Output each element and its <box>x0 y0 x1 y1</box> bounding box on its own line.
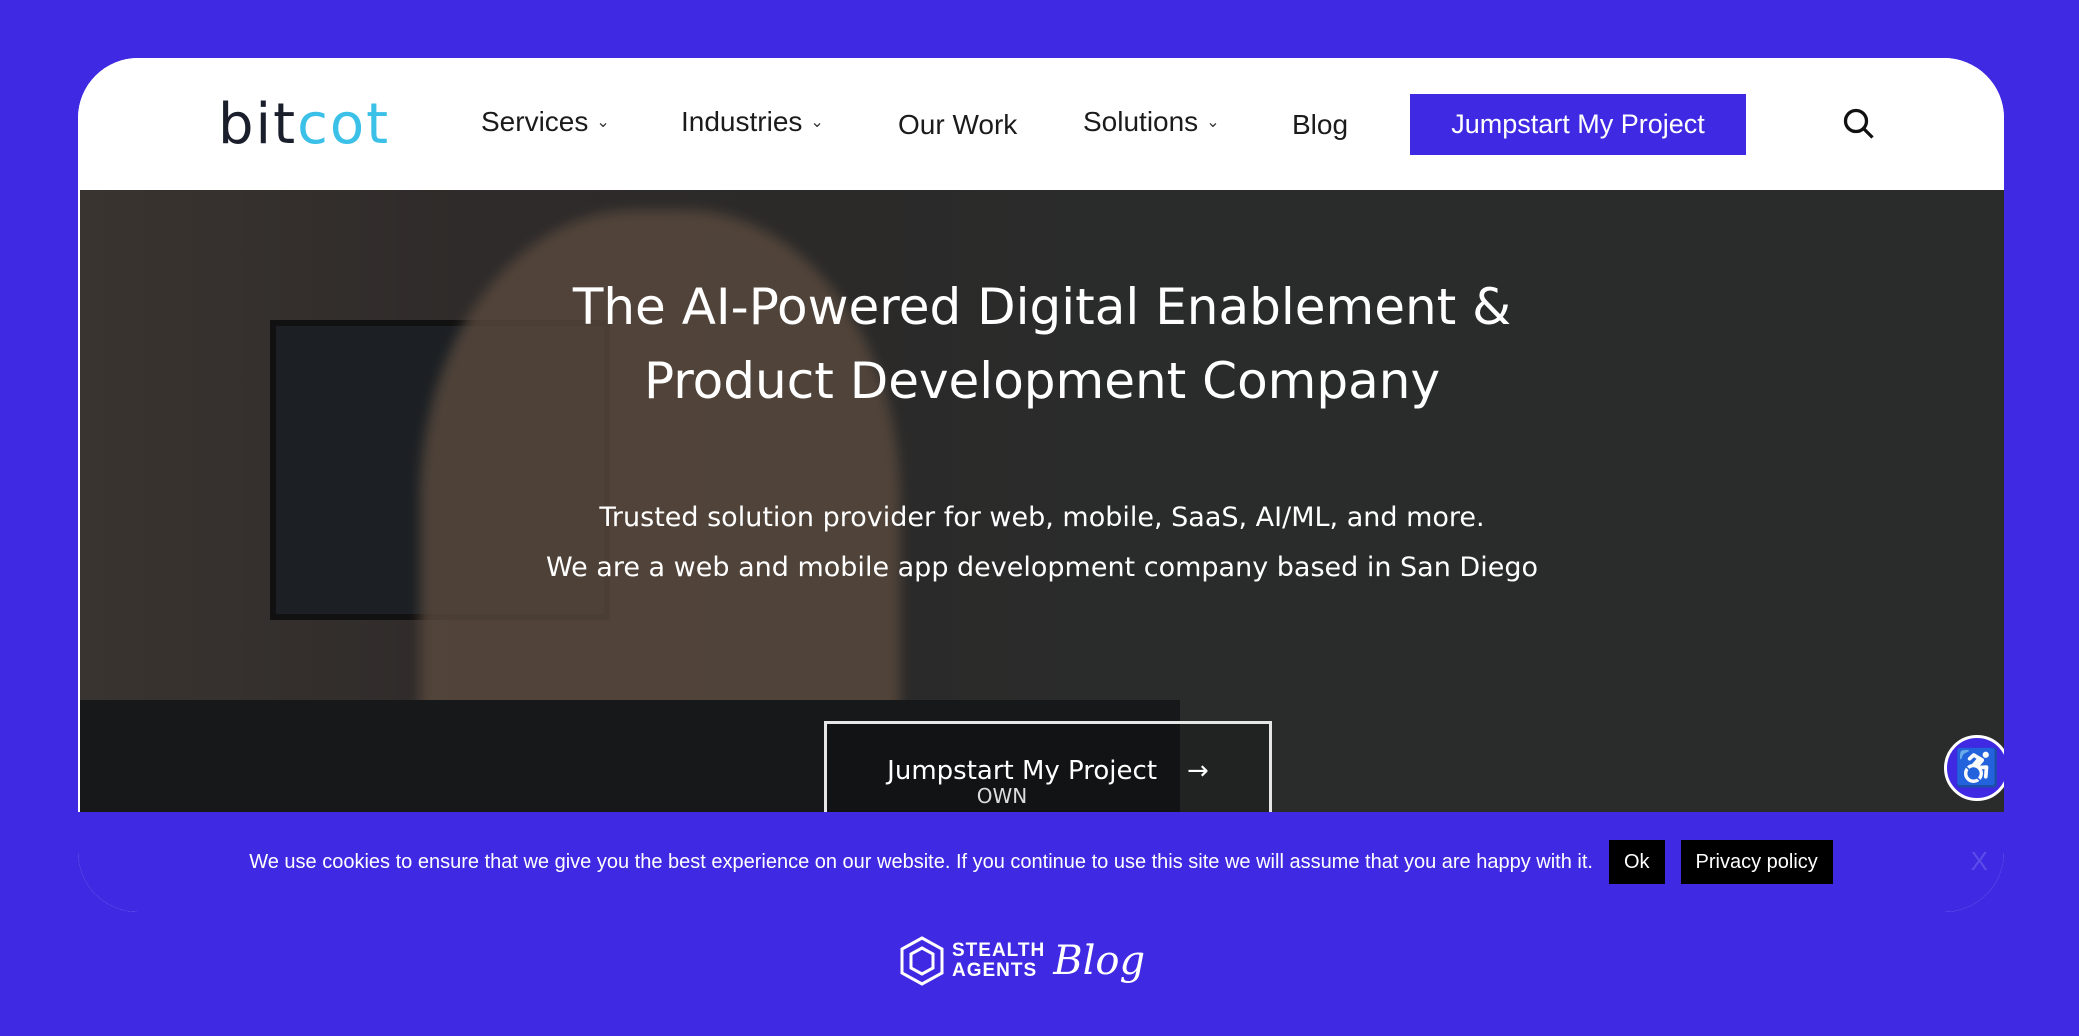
chevron-down-icon: ⌄ <box>1206 114 1220 131</box>
nav-solutions[interactable]: Solutions ⌄ <box>1083 106 1220 138</box>
hero-subtitle-1: Trusted solution provider for web, mobil… <box>599 502 1485 533</box>
privacy-policy-button[interactable]: Privacy policy <box>1680 840 1833 884</box>
arrow-right-icon: → <box>1187 756 1209 786</box>
hero-title-line2: Product Development Company <box>643 352 1441 410</box>
site-header: bitcot Services ⌄ Industries ⌄ Our Work So… <box>78 58 2004 190</box>
brand-line1: STEALTH <box>952 940 1046 961</box>
accessibility-icon[interactable]: ♿ <box>1944 735 2004 801</box>
cookie-text: We use cookies to ensure that we give yo… <box>249 850 1593 873</box>
logo-text-bit: bit <box>218 92 298 157</box>
hero-subtitle-2: We are a web and mobile app development … <box>546 552 1538 583</box>
chevron-down-icon: ⌄ <box>596 114 610 131</box>
close-icon[interactable]: X <box>1971 846 1988 877</box>
hexagon-logo-icon <box>900 936 944 986</box>
scroll-hint: OWN <box>976 784 1028 808</box>
nav-blog[interactable]: Blog <box>1292 109 1348 141</box>
brand-text: STEALTH AGENTS <box>952 941 1045 981</box>
hero-cta-label: Jumpstart My Project <box>887 756 1158 786</box>
hero-title-line1: The AI-Powered Digital Enablement & <box>572 278 1512 336</box>
nav-label: Solutions <box>1083 106 1199 137</box>
nav-our-work[interactable]: Our Work <box>898 109 1017 141</box>
bitcot-logo[interactable]: bitcot <box>218 92 390 157</box>
chevron-down-icon: ⌄ <box>810 114 824 131</box>
nav-services[interactable]: Services ⌄ <box>481 106 610 138</box>
cookie-ok-button[interactable]: Ok <box>1608 840 1665 884</box>
search-icon[interactable] <box>1841 106 1877 142</box>
website-frame: bitcot Services ⌄ Industries ⌄ Our Work So… <box>78 58 2004 912</box>
nav-label: Services <box>481 106 589 137</box>
hero-title: The AI-Powered Digital Enablement & Produ… <box>80 270 2004 418</box>
brand-line2: AGENTS <box>952 960 1038 981</box>
nav-label: Industries <box>681 106 803 137</box>
cookie-banner: We use cookies to ensure that we give yo… <box>78 812 2004 912</box>
stealth-agents-blog-logo: STEALTH AGENTS Blog <box>900 936 1145 986</box>
hero-section: The AI-Powered Digital Enablement & Produ… <box>80 190 2004 812</box>
jumpstart-project-button[interactable]: Jumpstart My Project <box>1410 94 1746 155</box>
nav-industries[interactable]: Industries ⌄ <box>681 106 824 138</box>
logo-text-cot: cot <box>297 92 391 157</box>
brand-script: Blog <box>1053 938 1146 984</box>
nav-label: Blog <box>1292 109 1349 140</box>
nav-label: Our Work <box>898 109 1018 140</box>
